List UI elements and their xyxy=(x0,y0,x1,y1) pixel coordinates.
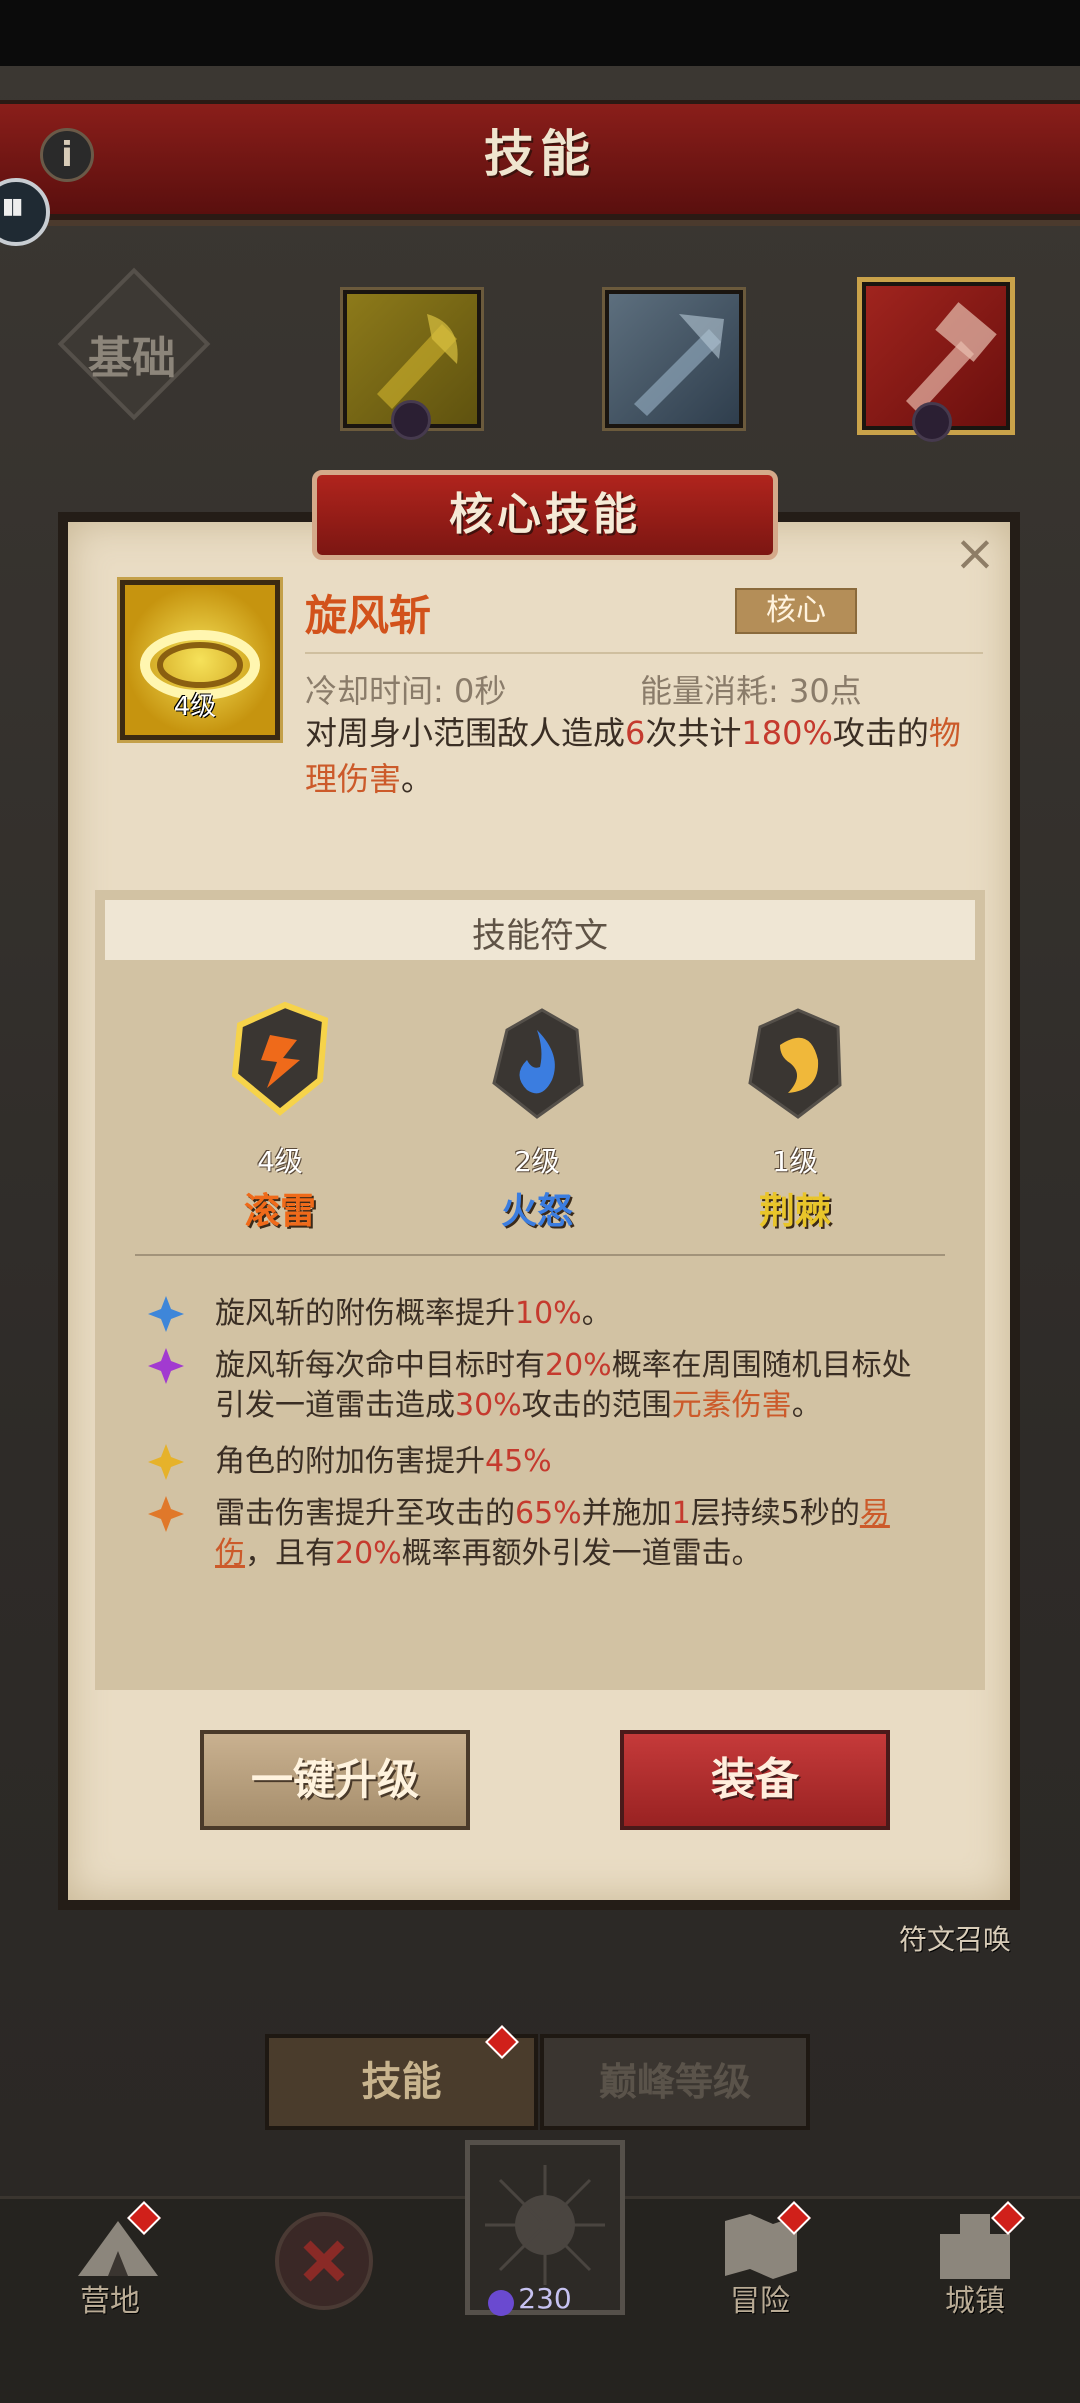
rune-name: 滚雷 xyxy=(243,1191,316,1232)
rune-bonus-4: 雷击伤害提升至攻击的65%并施加1层持续5秒的易伤，且有20%概率再额外引发一道… xyxy=(215,1494,935,1574)
skill-energy: 能量消耗: 30点 xyxy=(640,672,862,710)
battle-icon[interactable] xyxy=(275,2212,373,2310)
tab-peak-level[interactable]: 巅峰等级 xyxy=(540,2034,810,2130)
bonus-text: 层持续5秒的 xyxy=(690,1496,860,1531)
close-icon[interactable]: × xyxy=(952,528,998,578)
nav-camp[interactable]: 营地 xyxy=(50,2276,170,2320)
equip-button[interactable]: 装备 xyxy=(620,1730,890,1830)
star-blue-icon xyxy=(148,1296,184,1332)
bonus-text: 。 xyxy=(791,1388,822,1423)
rune-section-title: 技能符文 xyxy=(472,916,608,956)
rune-thorns-icon[interactable] xyxy=(740,1005,850,1123)
gem-icon xyxy=(391,400,431,440)
bonus-value: 10% xyxy=(515,1296,582,1331)
skill-description: 对周身小范围敌人造成6次共计180%攻击的物理伤害。 xyxy=(305,710,975,802)
one-click-upgrade-button[interactable]: 一键升级 xyxy=(200,1730,470,1830)
bonus-value: 20% xyxy=(335,1536,402,1571)
category-axe-blue-icon[interactable] xyxy=(605,290,743,428)
bonus-text: 角色的附加伤害提升 xyxy=(215,1444,485,1479)
divider xyxy=(305,652,983,654)
bonus-text: 雷击伤害提升至攻击的 xyxy=(215,1496,515,1531)
bonus-value: 65% xyxy=(515,1496,582,1531)
rune-level: 1级 xyxy=(772,1145,818,1178)
rune-name: 火怒 xyxy=(500,1191,573,1232)
rune-bonus-3: 角色的附加伤害提升45% xyxy=(215,1442,935,1482)
bonus-value: 1 xyxy=(671,1496,691,1531)
core-tag: 核心 xyxy=(735,588,857,634)
desc-value: 6 xyxy=(625,714,646,752)
bonus-value: 45% xyxy=(485,1444,552,1479)
rune-bonus-2: 旋风斩每次命中目标时有20%概率在周围随机目标处引发一道雷击造成30%攻击的范围… xyxy=(215,1346,935,1426)
status-bar xyxy=(0,0,1080,66)
rune-thunder-icon[interactable] xyxy=(225,1000,335,1118)
skill-level: 4级 xyxy=(173,692,217,722)
panel-title: 核心技能 xyxy=(449,489,641,540)
desc-text: 。 xyxy=(401,760,434,798)
category-basic-label: 基础 xyxy=(88,333,176,384)
star-gold-icon xyxy=(148,1444,184,1480)
desc-value: 180% xyxy=(741,714,833,752)
bonus-text: 攻击的范围 xyxy=(521,1388,672,1423)
bonus-value: 30% xyxy=(455,1388,522,1423)
bonus-text: ，且有 xyxy=(245,1536,335,1571)
gem-icon xyxy=(912,402,952,442)
bonus-text: 旋风斩的附伤概率提升 xyxy=(215,1296,515,1331)
bonus-text: 旋风斩每次命中目标时有 xyxy=(215,1348,545,1383)
bonus-text: 。 xyxy=(581,1296,612,1331)
info-icon[interactable]: i xyxy=(40,128,94,182)
page-title: 技能 xyxy=(484,125,596,183)
desc-text: 攻击的 xyxy=(832,714,929,752)
skill-cooldown: 冷却时间: 0秒 xyxy=(305,672,507,710)
rune-name: 荆棘 xyxy=(758,1191,831,1232)
star-purple-icon xyxy=(148,1348,184,1384)
skill-name: 旋风斩 xyxy=(305,591,432,640)
rune-level: 4级 xyxy=(257,1145,303,1178)
bonus-value: 20% xyxy=(545,1348,612,1383)
nav-town[interactable]: 城镇 xyxy=(915,2276,1035,2320)
rune-summon-label[interactable]: 符文召唤 xyxy=(890,1918,1020,1958)
rune-fire-rage-icon[interactable] xyxy=(482,1005,592,1123)
bonus-text: 概率再额外引发一道雷击。 xyxy=(401,1536,762,1571)
bonus-text: 并施加 xyxy=(581,1496,672,1531)
rune-level: 2级 xyxy=(514,1145,560,1178)
rune-bonus-1: 旋风斩的附伤概率提升10%。 xyxy=(215,1294,935,1334)
desc-text: 对周身小范围敌人造成 xyxy=(305,714,626,752)
star-orange-icon xyxy=(148,1496,184,1532)
desc-text: 次共计 xyxy=(645,714,742,752)
bonus-damage-type[interactable]: 元素伤害 xyxy=(672,1388,792,1423)
nav-adventure[interactable]: 冒险 xyxy=(700,2276,820,2320)
divider xyxy=(135,1254,945,1256)
currency-count: 230 xyxy=(518,2282,572,2315)
